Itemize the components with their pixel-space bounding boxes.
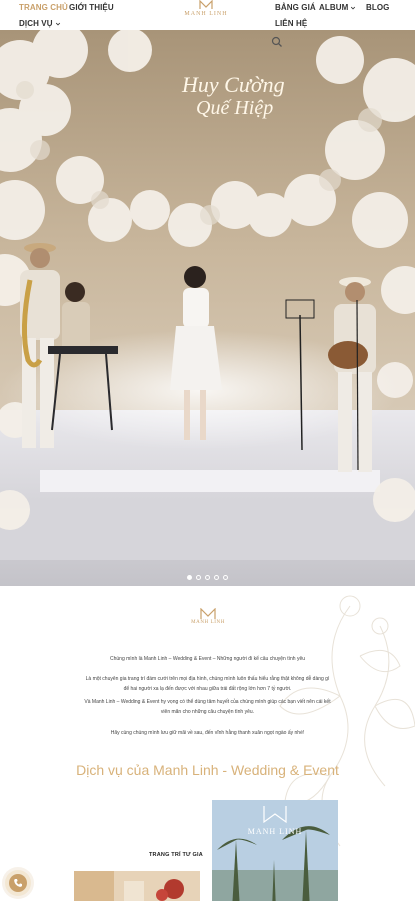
- chevron-down-icon: [351, 6, 356, 10]
- slider-dot[interactable]: [223, 575, 228, 580]
- neon-text-1: Huy Cường: [181, 72, 285, 97]
- slider-dots: [0, 575, 415, 580]
- call-button-inner: [9, 874, 27, 892]
- service-photo: [74, 871, 200, 901]
- call-button[interactable]: [5, 870, 31, 896]
- intro-paragraph: viên mãn cho những câu chuyện tình yêu.: [160, 709, 255, 715]
- slider-dot[interactable]: [196, 575, 201, 580]
- nav-pricing[interactable]: BẢNG GIÁ: [275, 3, 316, 12]
- nav-album-label: ALBUM: [319, 3, 349, 12]
- nav-blog[interactable]: BLOG: [366, 3, 390, 12]
- chevron-down-icon: [55, 22, 60, 26]
- service-card-image[interactable]: MANH LINH: [212, 800, 338, 901]
- nav-about[interactable]: GIỚI THIỆU: [69, 3, 114, 12]
- intro-logo-text: MANH LINH: [191, 620, 225, 625]
- site-header: TRANG CHỦ GIỚI THIỆU DỊCH VỤ MANH LINH B…: [0, 0, 415, 30]
- logo-text: MANH LINH: [184, 11, 228, 17]
- intro-logo: MANH LINH: [186, 608, 230, 632]
- service-card-image[interactable]: [74, 871, 200, 901]
- slider-dot[interactable]: [214, 575, 219, 580]
- nav-services[interactable]: DỊCH VỤ: [19, 19, 61, 28]
- logo-mark-icon: [200, 608, 216, 619]
- service-card-label[interactable]: TRANG TRÍ TƯ GIA: [149, 852, 203, 858]
- phone-icon: [14, 879, 22, 887]
- services-title: Dịch vụ của Manh Linh - Wedding & Event: [76, 762, 339, 778]
- slider-dot[interactable]: [187, 575, 192, 580]
- slider-dot[interactable]: [205, 575, 210, 580]
- nav-contact[interactable]: LIÊN HỆ: [275, 19, 307, 28]
- search-icon[interactable]: [271, 36, 283, 48]
- nav-album[interactable]: ALBUM: [319, 3, 356, 12]
- intro-paragraph: Chúng mình là Manh Linh – Wedding & Even…: [110, 656, 305, 662]
- nav-services-label: DỊCH VỤ: [19, 19, 53, 28]
- site-logo[interactable]: MANH LINH: [149, 0, 263, 19]
- intro-paragraph: để hai người xa lạ đến được với nhau giữ…: [123, 686, 292, 692]
- neon-text-2: Quế Hiệp: [196, 97, 273, 119]
- hero-slider[interactable]: Huy Cường Quế Hiệp: [0, 30, 415, 586]
- intro-section: MANH LINH Chúng mình là Manh Linh – Wedd…: [0, 586, 415, 901]
- hero-image: Huy Cường Quế Hiệp: [0, 30, 415, 586]
- nav-home[interactable]: TRANG CHỦ: [19, 3, 68, 12]
- intro-paragraph: Là một chuyên gia trang trí đám cưới trê…: [85, 676, 330, 682]
- card-logo-text: MANH LINH: [248, 827, 303, 836]
- service-photo: MANH LINH: [212, 800, 338, 901]
- intro-paragraph: Và Manh Linh – Wedding & Event hy vọng c…: [84, 699, 331, 705]
- intro-paragraph: Hãy cùng chúng mình lưu giữ mãi về sau, …: [110, 730, 305, 736]
- logo-mark-icon: [199, 0, 213, 9]
